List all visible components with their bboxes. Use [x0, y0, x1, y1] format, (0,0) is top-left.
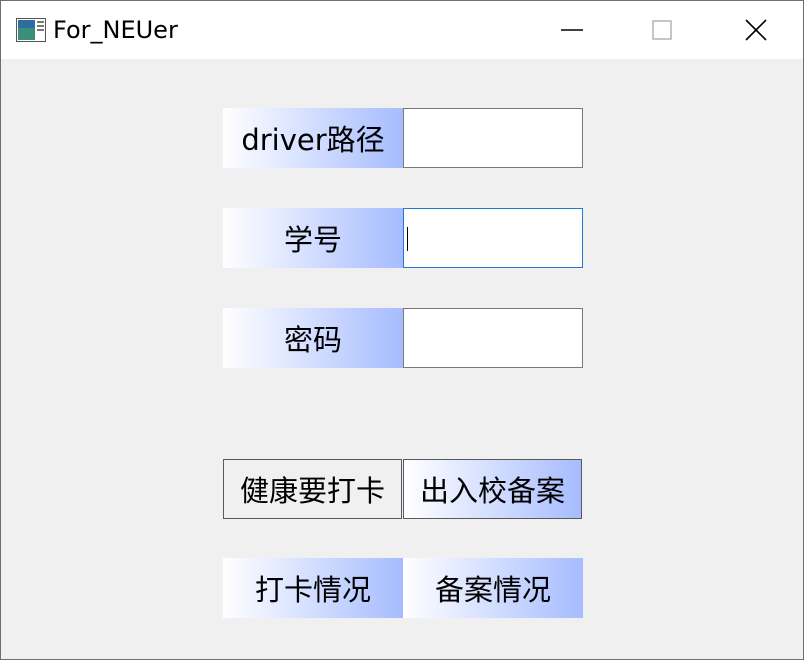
- checkin-status-button[interactable]: 打卡情况: [223, 558, 403, 618]
- close-icon: [745, 19, 767, 41]
- close-button[interactable]: [711, 1, 801, 59]
- title-bar[interactable]: For_NEUer: [1, 1, 803, 59]
- text-caret: [407, 227, 408, 251]
- maximize-button[interactable]: [617, 1, 707, 59]
- app-window: For_NEUer driver路径 学号 密码 健康要打卡 出入校备案 打卡情…: [0, 0, 804, 660]
- window-title: For_NEUer: [53, 16, 178, 44]
- record-status-button[interactable]: 备案情况: [403, 558, 583, 618]
- student-id-label: 学号: [223, 208, 403, 268]
- campus-record-button[interactable]: 出入校备案: [403, 459, 582, 519]
- student-id-input[interactable]: [403, 208, 583, 268]
- app-icon: [16, 18, 46, 42]
- health-checkin-button[interactable]: 健康要打卡: [223, 459, 402, 519]
- password-input[interactable]: [403, 308, 583, 368]
- driver-path-input[interactable]: [403, 108, 583, 168]
- password-label: 密码: [223, 308, 403, 368]
- minimize-button[interactable]: [527, 1, 617, 59]
- minimize-icon: [561, 29, 583, 31]
- driver-path-label: driver路径: [223, 108, 403, 168]
- maximize-icon: [652, 20, 672, 40]
